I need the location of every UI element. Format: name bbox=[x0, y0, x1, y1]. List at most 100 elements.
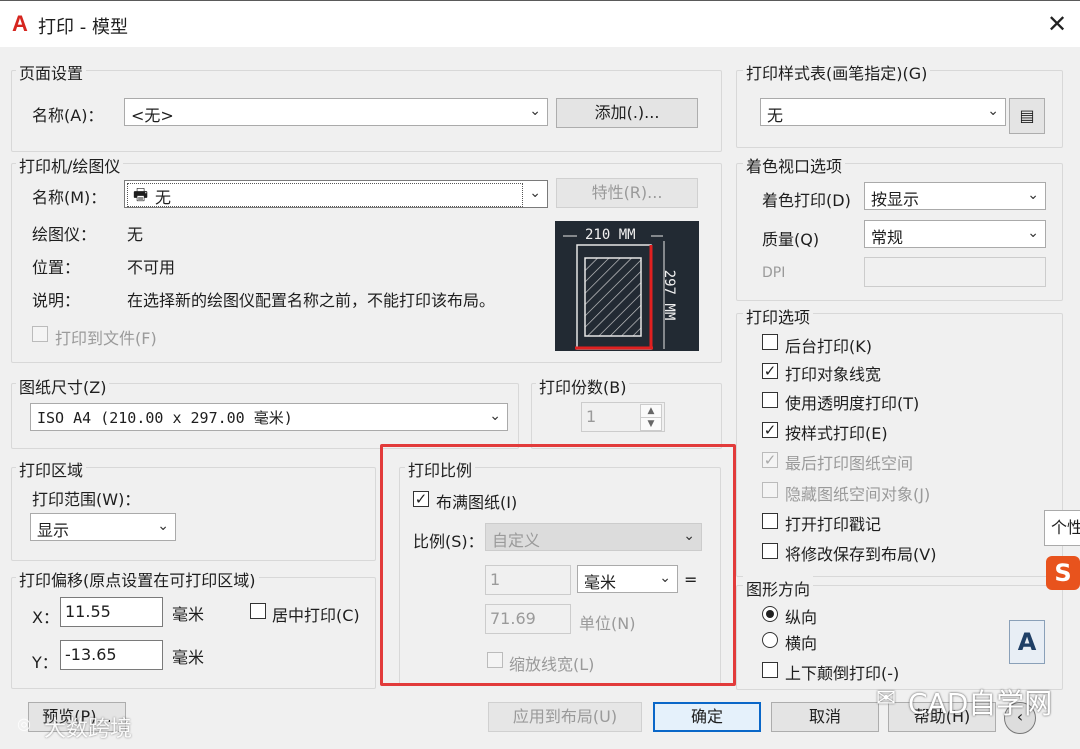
title-bar: A 打印 - 模型 ✕ bbox=[0, 0, 1080, 47]
shade-plot-label: 着色打印(D) bbox=[762, 191, 851, 210]
fit-to-paper-label: 布满图纸(I) bbox=[436, 493, 518, 512]
plot-paperspace-last-checkbox[interactable]: ✓ bbox=[762, 452, 778, 468]
cancel-button[interactable]: 取消 bbox=[771, 702, 879, 732]
spin-up-icon[interactable]: ▲ bbox=[640, 404, 662, 418]
copies-input[interactable]: 1 ▲ ▼ bbox=[581, 402, 665, 432]
add-button[interactable]: 添加(.)... bbox=[556, 98, 698, 128]
scale-lineweights-label: 缩放线宽(L) bbox=[509, 655, 595, 674]
location-value: 不可用 bbox=[127, 258, 176, 277]
printer-name-select[interactable]: 🖶 无 ⌄ bbox=[124, 180, 548, 208]
preview-height-label: 297 MM bbox=[661, 269, 677, 321]
plot-lineweights-checkbox[interactable]: ✓ bbox=[762, 363, 778, 379]
plot-transparency-checkbox[interactable] bbox=[762, 392, 778, 408]
plot-scale-title: 打印比例 bbox=[405, 457, 476, 481]
scale-select[interactable]: 自定义 ⌄ bbox=[485, 523, 702, 551]
edit-style-table-icon[interactable]: ▤ bbox=[1009, 98, 1045, 134]
chevron-down-icon: ⌄ bbox=[529, 185, 541, 201]
center-plot-checkbox[interactable] bbox=[250, 603, 266, 619]
printer-icon: 🖶 bbox=[133, 185, 149, 204]
hide-paperspace-objects-label: 隐藏图纸空间对象(J) bbox=[785, 485, 931, 504]
plot-stamp-checkbox[interactable] bbox=[762, 513, 778, 529]
copies-value: 1 bbox=[586, 407, 597, 426]
background-plot-label: 后台打印(K) bbox=[785, 337, 872, 356]
hide-paperspace-objects-checkbox[interactable] bbox=[762, 482, 778, 498]
dpi-label: DPI bbox=[762, 265, 786, 281]
print-to-file-label: 打印到文件(F) bbox=[55, 329, 157, 348]
apply-to-layout-button[interactable]: 应用到布局(U) bbox=[488, 702, 642, 732]
offset-y-unit: 毫米 bbox=[172, 648, 205, 667]
plot-range-value: 显示 bbox=[37, 521, 70, 540]
quality-label: 质量(Q) bbox=[762, 230, 820, 249]
scale-lineweights-checkbox[interactable] bbox=[487, 652, 503, 668]
printer-name-label: 名称(M)： bbox=[32, 188, 107, 207]
focus-rect bbox=[127, 183, 523, 207]
offset-y-input[interactable]: -13.65 bbox=[60, 640, 163, 670]
quality-value: 常规 bbox=[871, 228, 904, 247]
save-to-layout-label: 将修改保存到布局(V) bbox=[785, 545, 937, 564]
plot-options-title: 打印选项 bbox=[743, 304, 814, 328]
style-table-select[interactable]: 无 ⌄ bbox=[760, 98, 1006, 126]
fit-to-paper-checkbox[interactable]: ✓ bbox=[413, 491, 429, 507]
page-setup-name-label: 名称(A)： bbox=[32, 106, 104, 125]
center-plot-label: 居中打印(C) bbox=[272, 606, 360, 625]
landscape-label: 横向 bbox=[785, 634, 818, 653]
plot-range-label: 打印范围(W)： bbox=[32, 490, 141, 509]
page-setup-name-value: <无> bbox=[131, 106, 174, 125]
dpi-input[interactable] bbox=[864, 257, 1046, 287]
portrait-radio[interactable] bbox=[762, 606, 778, 622]
description-value: 在选择新的绘图仪配置名称之前，不能打印该布局。 bbox=[127, 291, 496, 310]
plotter-value: 无 bbox=[127, 225, 144, 244]
ok-button[interactable]: 确定 bbox=[653, 702, 761, 732]
shaded-options-title: 着色视口选项 bbox=[743, 153, 846, 177]
plot-with-styles-checkbox[interactable]: ✓ bbox=[762, 422, 778, 438]
plot-with-styles-label: 按样式打印(E) bbox=[785, 424, 888, 443]
landscape-radio[interactable] bbox=[762, 632, 778, 648]
paper-size-title: 图纸尺寸(Z) bbox=[16, 374, 110, 398]
chevron-down-icon: ⌄ bbox=[489, 408, 501, 424]
chevron-down-icon: ⌄ bbox=[683, 528, 695, 544]
paper-size-select[interactable]: ISO A4 (210.00 x 297.00 毫米) ⌄ bbox=[30, 403, 508, 431]
shade-plot-value: 按显示 bbox=[871, 190, 920, 209]
scale-label: 比例(S)： bbox=[413, 532, 484, 551]
orientation-preview-icon: A bbox=[1009, 620, 1045, 664]
background-plot-checkbox[interactable] bbox=[762, 334, 778, 350]
offset-y-label: Y： bbox=[32, 653, 58, 672]
chevron-down-icon: ⌄ bbox=[987, 103, 999, 119]
scale-value1-input[interactable]: 1 bbox=[485, 565, 571, 595]
page-setup-name-select[interactable]: <无> ⌄ bbox=[124, 98, 548, 126]
scale-value2-input[interactable]: 71.69 bbox=[485, 604, 571, 634]
paper-size-value: ISO A4 (210.00 x 297.00 毫米) bbox=[37, 409, 293, 427]
plot-lineweights-label: 打印对象线宽 bbox=[785, 365, 882, 384]
print-to-file-checkbox[interactable] bbox=[32, 326, 48, 342]
watermark-right: CAD自学网 bbox=[908, 687, 1053, 720]
watermark-left: 大数跨境 bbox=[44, 717, 133, 742]
portrait-label: 纵向 bbox=[785, 608, 818, 627]
save-to-layout-checkbox[interactable] bbox=[762, 543, 778, 559]
chevron-down-icon: ⌄ bbox=[529, 103, 541, 119]
chevron-down-icon: ⌄ bbox=[659, 570, 671, 586]
location-label: 位置： bbox=[32, 258, 81, 277]
plot-range-select[interactable]: 显示 ⌄ bbox=[30, 513, 176, 541]
scale-unit2-label: 单位(N) bbox=[579, 614, 636, 633]
equals-sign: = bbox=[684, 570, 698, 589]
sogou-s-icon: S bbox=[1046, 556, 1080, 590]
printer-title: 打印机/绘图仪 bbox=[16, 153, 124, 177]
close-icon[interactable]: ✕ bbox=[1044, 11, 1070, 37]
orientation-title: 图形方向 bbox=[743, 576, 814, 600]
offset-x-input[interactable]: 11.55 bbox=[60, 597, 163, 627]
scale-unit-value: 毫米 bbox=[584, 573, 617, 592]
scale-unit-select[interactable]: 毫米 ⌄ bbox=[577, 565, 678, 593]
plot-paperspace-last-label: 最后打印图纸空间 bbox=[785, 454, 914, 473]
spin-down-icon[interactable]: ▼ bbox=[640, 417, 662, 431]
scale-value: 自定义 bbox=[492, 531, 541, 550]
offset-x-label: X： bbox=[32, 608, 59, 627]
style-table-title: 打印样式表(画笔指定)(G) bbox=[743, 60, 931, 84]
quality-select[interactable]: 常规 ⌄ bbox=[864, 220, 1046, 248]
upside-down-checkbox[interactable] bbox=[762, 662, 778, 678]
shade-plot-select[interactable]: 按显示 ⌄ bbox=[864, 182, 1046, 210]
preview-width-label: 210 MM bbox=[585, 227, 636, 243]
page-setup-title: 页面设置 bbox=[16, 60, 87, 84]
style-table-value: 无 bbox=[767, 106, 784, 125]
properties-button[interactable]: 特性(R)... bbox=[556, 178, 698, 208]
chevron-down-icon: ⌄ bbox=[1027, 187, 1039, 203]
